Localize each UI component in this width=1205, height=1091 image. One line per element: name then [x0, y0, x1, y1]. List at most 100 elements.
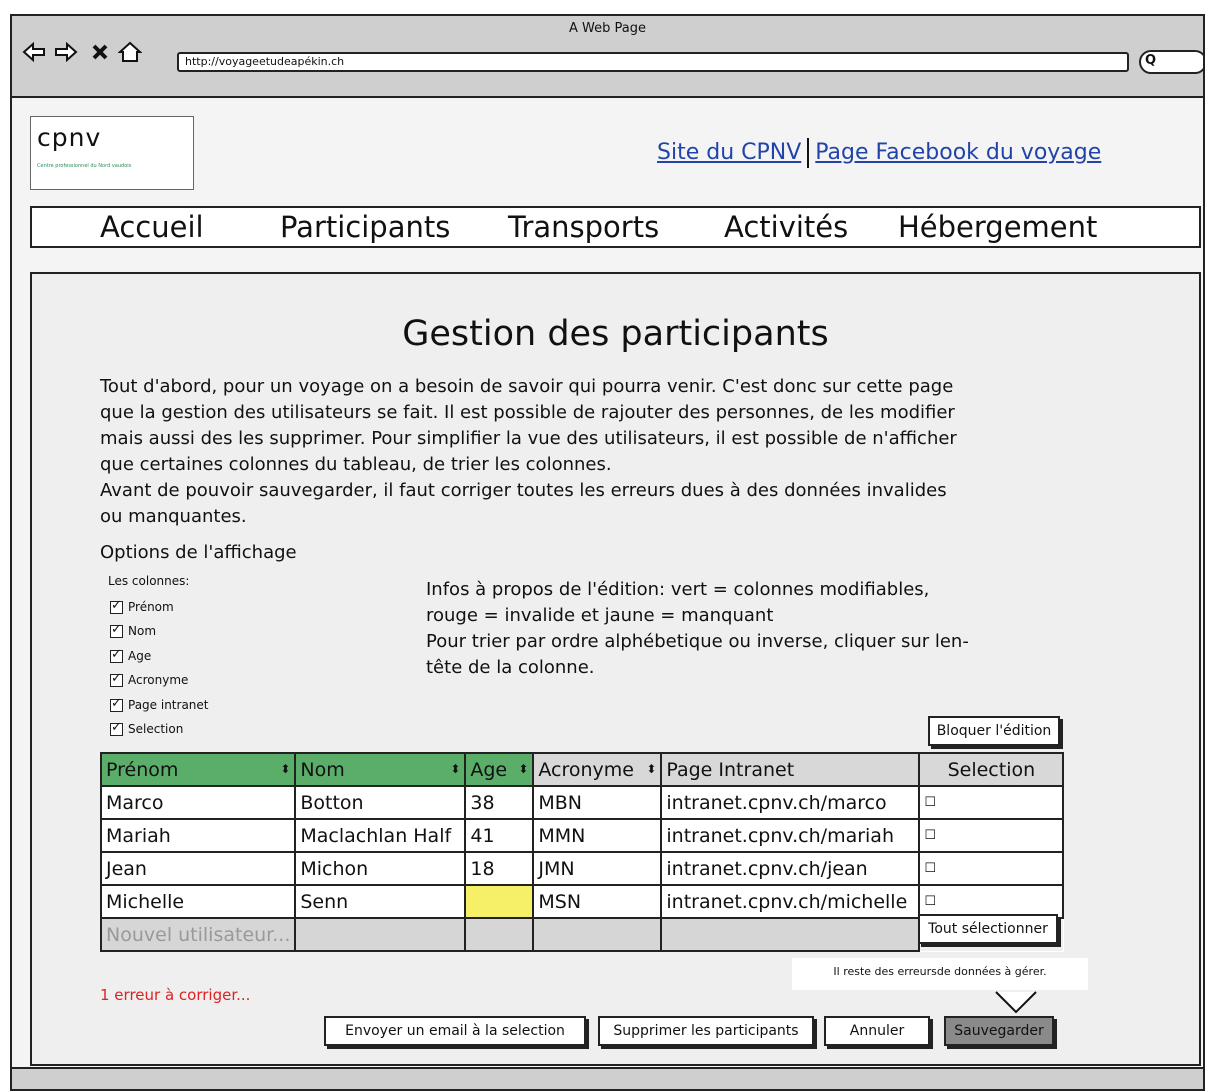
checkbox-checked-icon[interactable] — [110, 696, 123, 712]
new-user-cell[interactable] — [464, 917, 535, 952]
sort-icon[interactable]: ⬍ — [280, 762, 290, 776]
cell-age-missing[interactable] — [464, 884, 535, 919]
column-option-label: Page intranet — [128, 698, 209, 712]
logo-subtitle: Centre professionnel du Nord vaudois — [37, 163, 132, 169]
checkbox-checked-icon[interactable] — [110, 647, 123, 663]
column-option-age[interactable]: Age — [110, 647, 152, 663]
column-header-age[interactable]: Age ⬍ — [464, 752, 535, 787]
intro-line: que certaines colonnes du tableau, de tr… — [100, 454, 612, 475]
info-line: tête de la colonne. — [426, 657, 595, 678]
cell-page-intranet: intranet.cpnv.ch/marco — [660, 785, 921, 820]
logo-text: cpnv — [37, 123, 102, 152]
window-title: A Web Page — [569, 21, 646, 36]
browser-search-field[interactable]: Q — [1139, 50, 1203, 74]
column-header-selection[interactable]: Selection — [918, 752, 1065, 787]
column-option-label: Age — [128, 649, 152, 663]
lock-edition-button[interactable]: Bloquer l'édition — [928, 716, 1060, 746]
link-separator — [807, 138, 810, 168]
intro-line: ou manquantes. — [100, 506, 247, 527]
cell-prenom[interactable]: Michelle — [99, 884, 297, 919]
checkbox-checked-icon[interactable] — [110, 720, 123, 736]
column-header-acronyme[interactable]: Acronyme ⬍ — [532, 752, 663, 787]
column-header-nom[interactable]: Nom ⬍ — [294, 752, 467, 787]
cell-prenom[interactable]: Mariah — [99, 818, 297, 853]
delete-participants-button[interactable]: Supprimer les participants — [598, 1016, 814, 1046]
cell-page-intranet: intranet.cpnv.ch/michelle — [660, 884, 921, 919]
intro-line: Avant de pouvoir sauvegarder, il faut co… — [100, 480, 947, 501]
select-all-button[interactable]: Tout sélectionner — [918, 914, 1058, 944]
intro-text: Tout d'abord, pour un voyage on a besoin… — [100, 374, 1090, 530]
menu-item-transports[interactable]: Transports — [508, 210, 659, 244]
facebook-page-link[interactable]: Page Facebook du voyage — [815, 140, 1101, 165]
column-header-page-intranet[interactable]: Page Intranet — [660, 752, 921, 787]
browser-window: A Web Page http://voyageetudeapékin.ch Q… — [10, 14, 1205, 1091]
menu-item-accueil[interactable]: Accueil — [100, 210, 204, 244]
display-options-title: Options de l'affichage — [100, 542, 297, 563]
column-option-page-intranet[interactable]: Page intranet — [110, 696, 209, 712]
column-option-label: Prénom — [128, 600, 174, 614]
column-option-selection[interactable]: Selection — [110, 720, 183, 736]
checkbox-checked-icon[interactable] — [110, 598, 123, 614]
cell-nom[interactable]: Maclachlan Half — [294, 818, 467, 853]
cell-prenom[interactable]: Jean — [99, 851, 297, 886]
cpnv-logo[interactable]: cpnv Centre professionnel du Nord vaudoi… — [30, 116, 194, 190]
home-icon[interactable] — [118, 40, 142, 64]
sort-icon[interactable]: ⬍ — [646, 762, 656, 776]
checkbox-checked-icon[interactable] — [110, 622, 123, 638]
column-option-nom[interactable]: Nom — [110, 622, 157, 638]
menu-item-activites[interactable]: Activités — [724, 210, 848, 244]
browser-titlebar: A Web Page http://voyageetudeapékin.ch Q — [12, 16, 1203, 98]
address-bar[interactable]: http://voyageetudeapékin.ch — [177, 52, 1129, 72]
intro-line: Tout d'abord, pour un voyage on a besoin… — [100, 376, 954, 397]
column-option-label: Nom — [128, 624, 157, 638]
header-links: Site du CPNV Page Facebook du voyage — [657, 138, 1101, 168]
column-option-acronyme[interactable]: Acronyme — [110, 671, 188, 687]
menu-item-participants[interactable]: Participants — [280, 210, 450, 244]
new-user-cell[interactable] — [294, 917, 467, 952]
cell-prenom[interactable]: Marco — [99, 785, 297, 820]
cancel-button[interactable]: Annuler — [824, 1016, 930, 1046]
table-row: Mariah Maclachlan Half 41 MMN intranet.c… — [99, 818, 1065, 853]
new-user-cell — [660, 917, 921, 952]
intro-line: que la gestion des utilisateurs se fait.… — [100, 402, 955, 423]
new-user-input[interactable]: Nouvel utilisateur... — [99, 917, 297, 952]
tooltip-pointer-icon — [995, 991, 1037, 1014]
row-select-checkbox[interactable]: ☐ — [918, 851, 1065, 886]
row-select-checkbox[interactable]: ☐ — [918, 785, 1065, 820]
header-label: Nom — [300, 758, 345, 781]
cell-nom[interactable]: Senn — [294, 884, 467, 919]
close-icon[interactable] — [88, 40, 112, 64]
table-header-row: Prénom ⬍ Nom ⬍ Age ⬍ Acronyme ⬍ Page Int… — [99, 752, 1065, 787]
cell-age[interactable]: 18 — [464, 851, 535, 886]
cell-nom[interactable]: Botton — [294, 785, 467, 820]
sort-icon[interactable]: ⬍ — [518, 762, 528, 776]
column-header-prenom[interactable]: Prénom ⬍ — [99, 752, 297, 787]
cell-nom[interactable]: Michon — [294, 851, 467, 886]
table-row: Marco Botton 38 MBN intranet.cpnv.ch/mar… — [99, 785, 1065, 820]
forward-arrow-icon[interactable] — [54, 40, 78, 64]
cell-age[interactable]: 38 — [464, 785, 535, 820]
header-label: Page Intranet — [666, 758, 795, 781]
browser-statusbar — [12, 1067, 1203, 1089]
column-option-prenom[interactable]: Prénom — [110, 598, 174, 614]
menu-item-hebergement[interactable]: Hébergement — [898, 210, 1097, 244]
edition-info: Infos à propos de l'édition: vert = colo… — [426, 577, 1056, 681]
save-button[interactable]: Sauvegarder — [944, 1016, 1054, 1046]
cell-acronyme: MMN — [532, 818, 663, 853]
new-user-cell — [532, 917, 663, 952]
checkbox-checked-icon[interactable] — [110, 671, 123, 687]
info-line: Infos à propos de l'édition: vert = colo… — [426, 579, 930, 600]
content-panel: Gestion des participants Tout d'abord, p… — [30, 272, 1201, 1066]
back-arrow-icon[interactable] — [22, 40, 46, 64]
table-row: Jean Michon 18 JMN intranet.cpnv.ch/jean… — [99, 851, 1065, 886]
page-title: Gestion des participants — [402, 314, 829, 354]
site-cpnv-link[interactable]: Site du CPNV — [657, 140, 801, 165]
cell-age[interactable]: 41 — [464, 818, 535, 853]
sort-icon[interactable]: ⬍ — [450, 762, 460, 776]
row-select-checkbox[interactable]: ☐ — [918, 818, 1065, 853]
header-label: Prénom — [106, 758, 179, 781]
send-email-button[interactable]: Envoyer un email à la selection — [324, 1016, 586, 1046]
header-label: Acronyme — [538, 758, 634, 781]
save-tooltip: Il reste des erreursde données à gérer. — [792, 958, 1088, 990]
cell-page-intranet: intranet.cpnv.ch/mariah — [660, 818, 921, 853]
